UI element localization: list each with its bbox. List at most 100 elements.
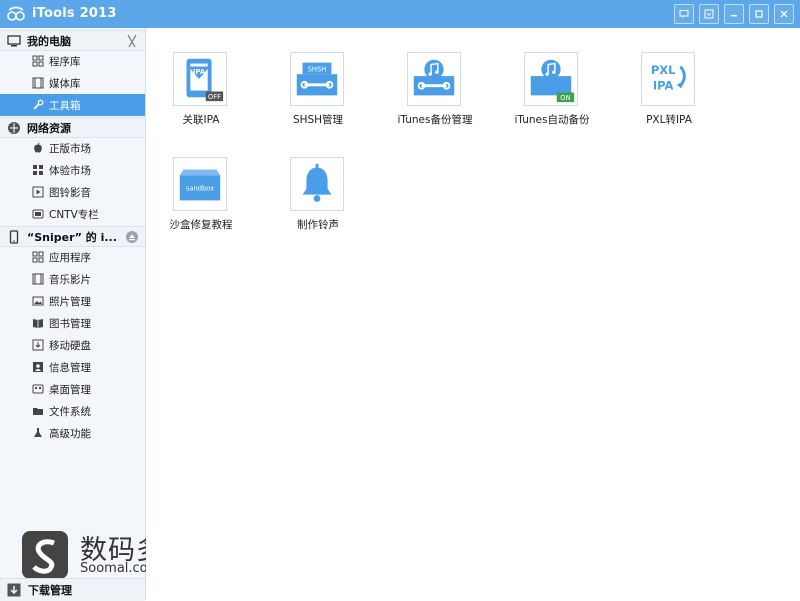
tool-label: 沙盒修复教程 (169, 219, 233, 231)
sidebar-item-photos[interactable]: 照片管理 (0, 290, 145, 312)
tool-label: iTunes备份管理 (397, 114, 473, 126)
minimize-icon (731, 15, 737, 17)
eject-icon[interactable] (125, 230, 139, 244)
title-bar: iTools 2013 (0, 0, 800, 28)
sidebar-item-file-system[interactable]: 文件系统 (0, 400, 145, 422)
sidebar-item-label: 文件系统 (49, 405, 91, 418)
sandbox-icon: sandbox (179, 169, 221, 201)
feedback-button[interactable] (674, 4, 694, 24)
toolbox-panel: IPA OFF 关联IPA SHSH SHSH管理 iTunes备份管理 ON … (146, 28, 800, 600)
clean-icon[interactable] (125, 34, 139, 48)
disk-icon (32, 339, 44, 351)
svg-text:SHSH: SHSH (308, 65, 327, 73)
tool-itunes-backup[interactable]: iTunes备份管理 (380, 28, 490, 126)
tool-tile[interactable]: SHSH (290, 52, 344, 106)
tool-label: PXL转IPA (646, 114, 692, 126)
maximize-icon (755, 10, 763, 18)
grid-icon (32, 164, 44, 176)
computer-icon (7, 34, 21, 48)
sidebar-item-mobile-disk[interactable]: 移动硬盘 (0, 334, 145, 356)
svg-text:OFF: OFF (208, 93, 221, 101)
book-icon (32, 317, 44, 329)
sidebar-item-cntv[interactable]: CNTV专栏 (0, 203, 145, 225)
download-label: 下载管理 (28, 584, 72, 597)
sidebar-item-label: 工具箱 (49, 99, 81, 112)
globe-icon (7, 121, 21, 135)
sidebar-item-label: 应用程序 (49, 251, 91, 264)
chat-icon (679, 10, 689, 18)
sidebar-item-label: 媒体库 (49, 77, 81, 90)
tool-tile[interactable]: PXL IPA (641, 52, 695, 106)
section-my-computer[interactable]: 我的电脑 (0, 30, 145, 51)
shsh-box-icon: SHSH (296, 62, 338, 96)
app-title: iTools 2013 (32, 6, 117, 21)
tool-label: iTunes自动备份 (514, 114, 590, 126)
tool-tile[interactable] (407, 52, 461, 106)
tool-itunes-auto-backup[interactable]: ON iTunes自动备份 (497, 28, 607, 126)
itools-logo-icon (6, 5, 26, 23)
sidebar: 我的电脑 程序库 媒体库 工具箱 网络资源 正版市场 体验市场 图铃影音 CNT… (0, 28, 146, 600)
window-controls (674, 4, 794, 24)
tv-icon (32, 208, 44, 220)
pxl-ipa-icon: PXL IPA (651, 63, 686, 93)
sidebar-item-label: 移动硬盘 (49, 339, 91, 352)
itunes-auto-backup-icon: ON (530, 59, 575, 102)
svg-text:PXL: PXL (651, 63, 676, 77)
section-network-resources[interactable]: 网络资源 (0, 117, 145, 138)
sidebar-item-trial-market[interactable]: 体验市场 (0, 159, 145, 181)
maximize-button[interactable] (749, 4, 769, 24)
section-device[interactable]: “Sniper” 的 i... (0, 226, 145, 247)
sidebar-item-label: 程序库 (49, 55, 81, 68)
tool-shsh-manager[interactable]: SHSH SHSH管理 (263, 28, 373, 126)
sidebar-item-ringtones-media[interactable]: 图铃影音 (0, 181, 145, 203)
svg-text:sandbox: sandbox (186, 185, 214, 193)
section-label: 网络资源 (27, 121, 71, 135)
download-icon (7, 583, 21, 597)
download-manager[interactable]: 下载管理 (0, 578, 145, 601)
soomal-logo-icon (22, 531, 68, 579)
play-icon (32, 186, 44, 198)
sidebar-item-genuine-market[interactable]: 正版市场 (0, 137, 145, 159)
close-icon (780, 10, 788, 18)
tool-tile[interactable]: IPA OFF (173, 52, 227, 106)
sidebar-item-advanced[interactable]: 高级功能 (0, 422, 145, 444)
menu-button[interactable] (699, 4, 719, 24)
sidebar-item-label: CNTV专栏 (49, 208, 99, 221)
bell-icon (302, 163, 332, 202)
tool-label: 制作铃声 (297, 219, 339, 231)
sidebar-item-app-library[interactable]: 程序库 (0, 50, 145, 72)
minimize-button[interactable] (724, 4, 744, 24)
close-button[interactable] (774, 4, 794, 24)
sidebar-item-books[interactable]: 图书管理 (0, 312, 145, 334)
sidebar-item-media-library[interactable]: 媒体库 (0, 72, 145, 94)
ipa-off-icon: IPA OFF (186, 58, 224, 101)
tool-sandbox-repair[interactable]: sandbox 沙盒修复教程 (146, 133, 256, 231)
sidebar-item-label: 图铃影音 (49, 186, 91, 199)
apple-icon (32, 142, 44, 154)
section-label: 我的电脑 (27, 34, 71, 48)
svg-text:IPA: IPA (193, 68, 206, 76)
phone-icon (7, 229, 21, 244)
sidebar-item-toolbox[interactable]: 工具箱 (0, 94, 145, 116)
sidebar-item-info[interactable]: 信息管理 (0, 356, 145, 378)
tool-tile[interactable] (290, 157, 344, 211)
tool-pxl-to-ipa[interactable]: PXL IPA PXL转IPA (614, 28, 724, 126)
sidebar-item-music-video[interactable]: 音乐影片 (0, 268, 145, 290)
contact-icon (32, 361, 44, 373)
sidebar-item-label: 照片管理 (49, 295, 91, 308)
dropdown-icon (704, 9, 714, 19)
section-label: “Sniper” 的 i... (27, 230, 117, 244)
itunes-backup-icon (413, 59, 455, 96)
tool-make-ringtone[interactable]: 制作铃声 (263, 133, 373, 231)
tool-associate-ipa[interactable]: IPA OFF 关联IPA (146, 28, 256, 126)
sidebar-item-label: 体验市场 (49, 164, 91, 177)
sidebar-item-applications[interactable]: 应用程序 (0, 246, 145, 268)
flask-icon (32, 427, 44, 439)
desktop-icon (32, 383, 44, 395)
film-icon (32, 273, 44, 285)
tool-tile[interactable]: ON (524, 52, 578, 106)
grid-icon (32, 251, 44, 263)
tool-tile[interactable]: sandbox (173, 157, 227, 211)
sidebar-item-desktop[interactable]: 桌面管理 (0, 378, 145, 400)
sidebar-item-label: 高级功能 (49, 427, 91, 440)
